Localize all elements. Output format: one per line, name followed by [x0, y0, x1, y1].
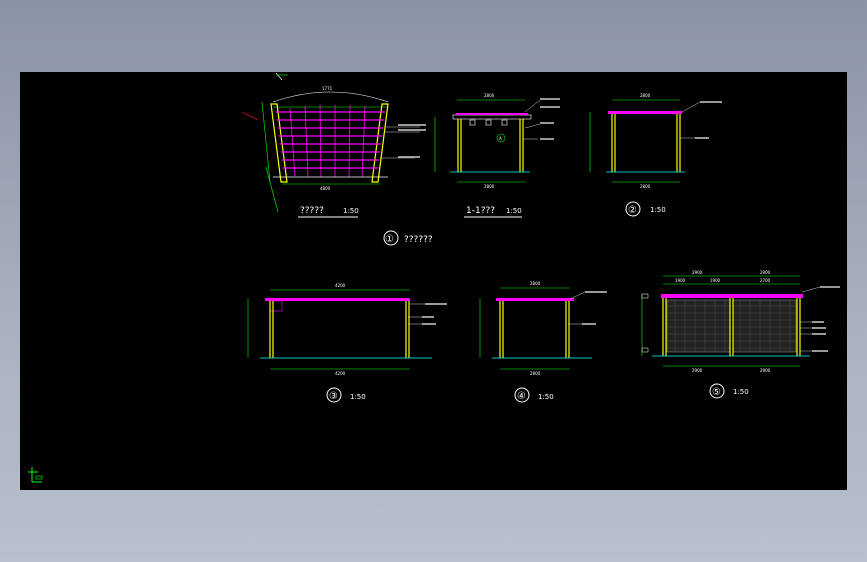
section-scale: 1:50: [506, 207, 522, 215]
ucs-icon: [28, 467, 43, 483]
elev5-number: ⑤: [712, 387, 721, 398]
elev5-sub-dim-2: 1900: [710, 278, 721, 283]
section-top-dim: 2800: [484, 93, 495, 98]
cad-drawing: 1771 4800 ????? 1:50 2800 A 2800 1-1??? …: [28, 72, 840, 483]
elev5-top-dim-2: 2900: [760, 270, 771, 275]
cad-drawing-canvas[interactable]: 1771 4800 ????? 1:50 2800 A 2800 1-1??? …: [20, 72, 847, 490]
section-callout: A: [499, 136, 502, 141]
elev3-bottom-dim: 4200: [335, 371, 346, 376]
group-text: ??????: [404, 235, 433, 245]
section-title: 1-1???: [466, 206, 495, 216]
elev2-scale: 1:50: [650, 206, 666, 214]
elev4-bottom-dim: 2800: [530, 371, 541, 376]
elev4-top-dim: 2800: [530, 281, 541, 286]
elev3-number: ③: [329, 391, 338, 402]
elev5-sub-dim-3: 2700: [760, 278, 771, 283]
elev5-bottom-dim-1: 2900: [692, 368, 703, 373]
elev5-scale: 1:50: [733, 388, 749, 396]
plan-scale: 1:50: [343, 207, 359, 215]
section-bottom-dim: 2800: [484, 184, 495, 189]
plan-top-dim: 1771: [322, 86, 333, 91]
elev2-number: ②: [628, 205, 637, 216]
elev5-sub-dim-1: 1900: [675, 278, 686, 283]
elev4-number: ④: [517, 391, 526, 402]
elev5-bottom-dim-2: 2900: [760, 368, 771, 373]
elevation-2: 2800 2800 ② 1:50: [589, 93, 722, 217]
group-label: ① ??????: [383, 230, 433, 246]
elev4-scale: 1:50: [538, 393, 554, 401]
elev3-top-dim: 4200: [335, 283, 346, 288]
elev2-top-dim: 2800: [640, 93, 651, 98]
plan-width-dim: 4800: [320, 186, 331, 191]
elevation-4: 2800 2800 ④ 1:50: [479, 281, 607, 403]
elev5-top-dim-1: 2900: [692, 270, 703, 275]
elev3-scale: 1:50: [350, 393, 366, 401]
elevation-3: 4200 4200 ③ 1:50: [247, 283, 447, 403]
section-view: 2800 A 2800 1-1??? 1:50: [434, 93, 560, 218]
group-number: ①: [385, 234, 394, 245]
elev2-bottom-dim: 2800: [640, 184, 651, 189]
plan-view: 1771 4800 ????? 1:50: [241, 72, 426, 218]
plan-title: ?????: [300, 206, 324, 216]
elevation-5: 2900 2900 1900 1900 2700 2900 2900 ⑤ 1:5…: [641, 270, 840, 399]
